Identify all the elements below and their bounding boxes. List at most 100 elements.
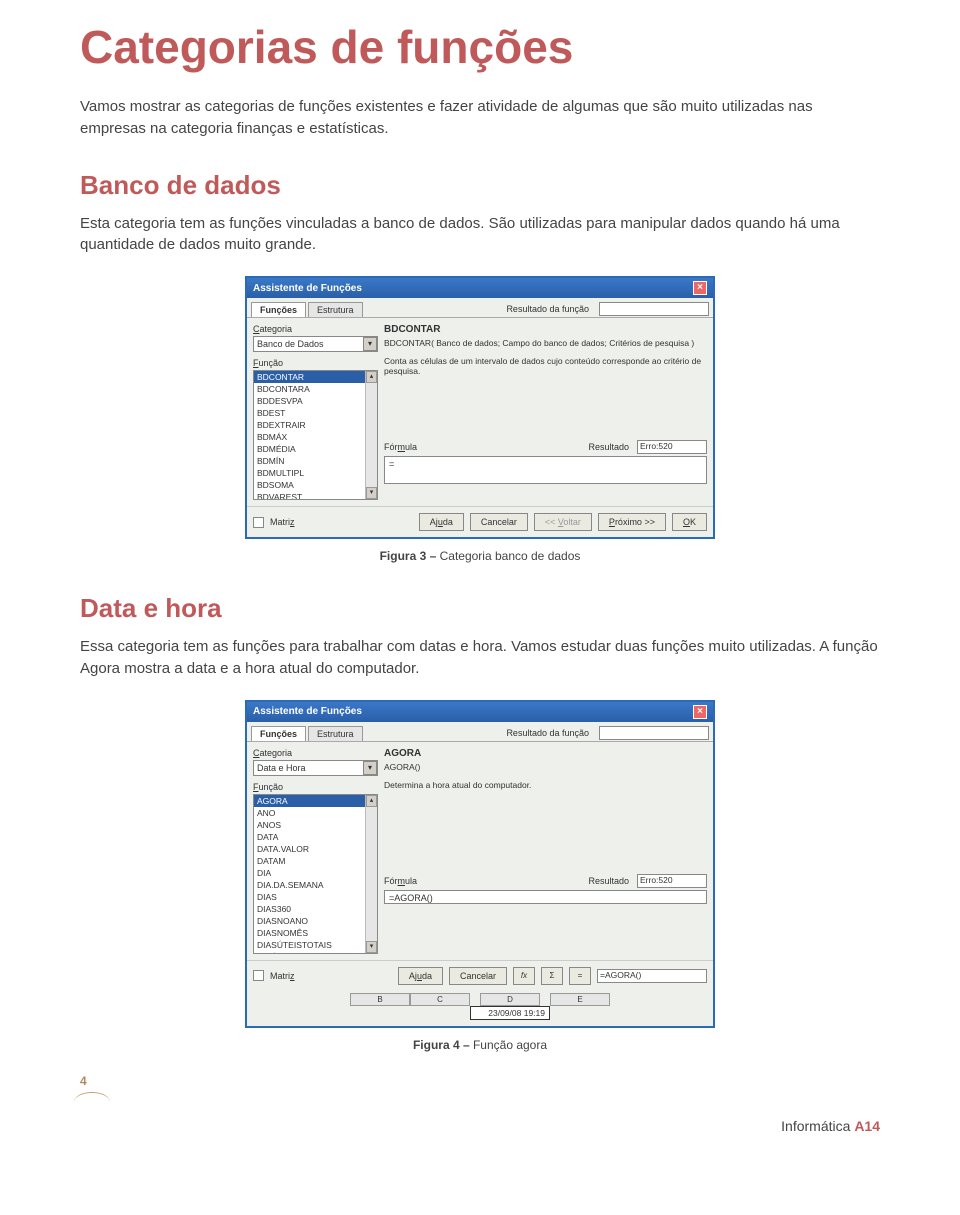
resultado-label: Resultado xyxy=(588,442,629,452)
list-item[interactable]: BDDESVPA xyxy=(254,395,377,407)
list-item[interactable]: DATA xyxy=(254,831,377,843)
formula-input[interactable]: =AGORA() xyxy=(384,890,707,904)
page-number-decoration xyxy=(74,1092,110,1102)
list-item[interactable]: DIASNOMÊS xyxy=(254,927,377,939)
cancelar-button[interactable]: Cancelar xyxy=(449,967,507,985)
tab-funcoes[interactable]: Funções xyxy=(251,726,306,741)
page-number-wrap: 4 xyxy=(80,1074,880,1098)
category-combo[interactable]: Data e Hora ▾ xyxy=(253,760,378,776)
function-wizard-dialog-2: Assistente de Funções × Funções Estrutur… xyxy=(245,700,715,1028)
tab-estrutura[interactable]: Estrutura xyxy=(308,302,363,317)
function-label: Função xyxy=(253,782,378,792)
resultado-value: Erro:520 xyxy=(637,874,707,888)
intro-paragraph: Vamos mostrar as categorias de funções e… xyxy=(80,96,880,140)
function-label: Função xyxy=(253,358,378,368)
formula-bar-input[interactable]: =AGORA() xyxy=(597,969,707,983)
list-item[interactable]: DATAM xyxy=(254,855,377,867)
col-header-b[interactable]: B xyxy=(350,993,410,1006)
section-banco-title: Banco de dados xyxy=(80,170,880,201)
footer-brand: Informática A14 xyxy=(80,1118,880,1134)
function-signature: BDCONTAR( Banco de dados; Campo do banco… xyxy=(384,338,707,348)
result-label: Resultado da função xyxy=(502,726,593,741)
scroll-up-icon[interactable]: ▴ xyxy=(366,795,377,807)
matriz-checkbox[interactable] xyxy=(253,970,264,981)
function-description: Conta as células de um intervalo de dado… xyxy=(384,356,707,376)
list-item[interactable]: DIAS xyxy=(254,891,377,903)
cancelar-button[interactable]: Cancelar xyxy=(470,513,528,531)
function-signature: AGORA() xyxy=(384,762,707,772)
ok-button[interactable]: OK xyxy=(672,513,707,531)
sigma-icon[interactable]: Σ xyxy=(541,967,563,985)
category-label: Categoria xyxy=(253,324,378,334)
resultado-label: Resultado xyxy=(588,876,629,886)
scroll-down-icon[interactable]: ▾ xyxy=(366,941,377,953)
result-output xyxy=(599,302,709,316)
matriz-checkbox[interactable] xyxy=(253,517,264,528)
list-item[interactable]: ANO xyxy=(254,807,377,819)
section-banco-text: Esta categoria tem as funções vinculadas… xyxy=(80,213,880,257)
spreadsheet-snippet: B C D 23/09/08 19:19 E xyxy=(247,993,713,1026)
function-description: Determina a hora atual do computador. xyxy=(384,780,707,790)
resultado-value: Erro:520 xyxy=(637,440,707,454)
col-header-e[interactable]: E xyxy=(550,993,610,1006)
close-icon[interactable]: × xyxy=(693,705,707,719)
function-listbox[interactable]: AGORA ANO ANOS DATA DATA.VALOR DATAM DIA… xyxy=(253,794,378,954)
list-item[interactable]: DIAS360 xyxy=(254,903,377,915)
tab-estrutura[interactable]: Estrutura xyxy=(308,726,363,741)
list-item[interactable]: BDVAREST xyxy=(254,491,377,500)
col-header-c[interactable]: C xyxy=(410,993,470,1006)
list-item[interactable]: DATA.VALOR xyxy=(254,843,377,855)
ajuda-button[interactable]: Ajuda xyxy=(419,513,464,531)
titlebar: Assistente de Funções × xyxy=(247,702,713,722)
list-item[interactable]: BDEST xyxy=(254,407,377,419)
list-item[interactable]: DIA.DA.SEMANA xyxy=(254,879,377,891)
col-header-d[interactable]: D xyxy=(480,993,540,1006)
category-combo[interactable]: Banco de Dados ▾ xyxy=(253,336,378,352)
list-item[interactable]: BDMÉDIA xyxy=(254,443,377,455)
figure-3-caption: Figura 3 – Categoria banco de dados xyxy=(80,549,880,563)
category-value: Data e Hora xyxy=(257,763,306,773)
list-item[interactable]: BDSOMA xyxy=(254,479,377,491)
titlebar: Assistente de Funções × xyxy=(247,278,713,298)
tabs-row: Funções Estrutura Resultado da função xyxy=(247,298,713,318)
list-item[interactable]: DIAÚTIL xyxy=(254,951,377,954)
close-icon[interactable]: × xyxy=(693,281,707,295)
function-name: AGORA xyxy=(384,748,707,759)
list-item[interactable]: BDMÍN xyxy=(254,455,377,467)
result-label: Resultado da função xyxy=(502,302,593,317)
category-label: Categoria xyxy=(253,748,378,758)
list-item[interactable]: DIA xyxy=(254,867,377,879)
function-listbox[interactable]: BDCONTAR BDCONTARA BDDESVPA BDEST BDEXTR… xyxy=(253,370,378,500)
chevron-down-icon[interactable]: ▾ xyxy=(363,337,377,351)
list-item[interactable]: BDCONTAR xyxy=(254,371,377,383)
fx-icon[interactable]: fx xyxy=(513,967,535,985)
list-item[interactable]: ANOS xyxy=(254,819,377,831)
list-item[interactable]: DIASÚTEISTOTAIS xyxy=(254,939,377,951)
list-item[interactable]: BDEXTRAIR xyxy=(254,419,377,431)
scrollbar[interactable]: ▴ ▾ xyxy=(365,795,377,953)
formula-input[interactable]: = xyxy=(384,456,707,484)
function-name: BDCONTAR xyxy=(384,324,707,335)
window-title: Assistente de Funções xyxy=(253,283,362,294)
formula-label: Fórmula xyxy=(384,442,417,452)
function-wizard-dialog-1: Assistente de Funções × Funções Estrutur… xyxy=(245,276,715,539)
ajuda-button[interactable]: Ajuda xyxy=(398,967,443,985)
list-item[interactable]: BDMULTIPL xyxy=(254,467,377,479)
scrollbar[interactable]: ▴ ▾ xyxy=(365,371,377,499)
proximo-button[interactable]: Próximo >> xyxy=(598,513,666,531)
formula-label: Fórmula xyxy=(384,876,417,886)
matriz-label: Matriz xyxy=(270,971,295,981)
chevron-down-icon[interactable]: ▾ xyxy=(363,761,377,775)
list-item[interactable]: BDMÁX xyxy=(254,431,377,443)
matriz-label: Matriz xyxy=(270,517,295,527)
cell-d-value[interactable]: 23/09/08 19:19 xyxy=(470,1006,550,1020)
category-value: Banco de Dados xyxy=(257,339,324,349)
scroll-down-icon[interactable]: ▾ xyxy=(366,487,377,499)
list-item[interactable]: DIASNOANO xyxy=(254,915,377,927)
scroll-up-icon[interactable]: ▴ xyxy=(366,371,377,383)
equals-icon[interactable]: = xyxy=(569,967,591,985)
result-output xyxy=(599,726,709,740)
list-item[interactable]: BDCONTARA xyxy=(254,383,377,395)
list-item[interactable]: AGORA xyxy=(254,795,377,807)
tab-funcoes[interactable]: Funções xyxy=(251,302,306,317)
